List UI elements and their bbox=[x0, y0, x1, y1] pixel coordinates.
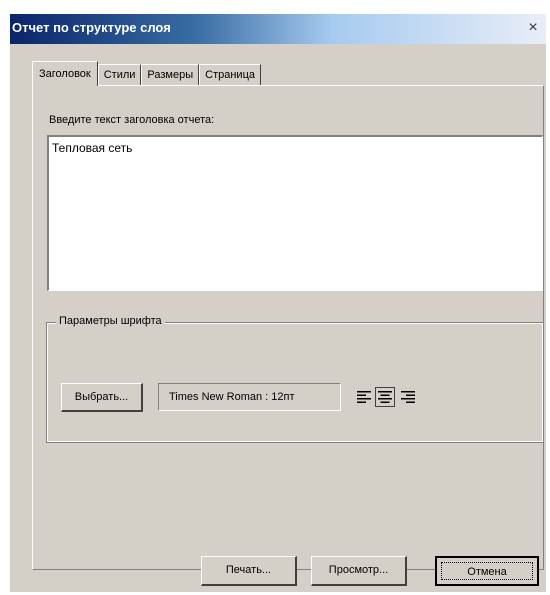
close-icon[interactable]: × bbox=[524, 18, 542, 38]
header-prompt-label: Введите текст заголовка отчета: bbox=[49, 114, 215, 126]
tab-page[interactable]: Страница bbox=[199, 64, 261, 86]
tab-sizes[interactable]: Размеры bbox=[141, 64, 200, 86]
header-text-input[interactable]: Тепловая сеть bbox=[47, 135, 543, 291]
font-settings-legend: Параметры шрифта bbox=[56, 315, 165, 327]
tab-header[interactable]: Заголовок bbox=[32, 61, 98, 86]
preview-button[interactable]: Просмотр... bbox=[311, 556, 407, 586]
font-display-field: Times New Roman : 12пт bbox=[158, 383, 341, 411]
header-tab-panel: Введите текст заголовка отчета: Тепловая… bbox=[32, 85, 544, 570]
align-center-icon[interactable] bbox=[375, 387, 395, 407]
print-button[interactable]: Печать... bbox=[201, 556, 297, 586]
tab-strip: Заголовок Стили Размеры Страница bbox=[32, 61, 261, 86]
font-settings-group: Параметры шрифта Выбрать... Times New Ro… bbox=[46, 315, 544, 443]
choose-font-button[interactable]: Выбрать... bbox=[61, 383, 143, 412]
report-dialog: Отчет по структуре слоя × Заголовок Стил… bbox=[0, 0, 550, 595]
align-right-icon[interactable] bbox=[398, 387, 418, 407]
cancel-button-label: Отмена bbox=[441, 562, 533, 580]
cancel-button[interactable]: Отмена bbox=[435, 556, 539, 586]
tab-styles[interactable]: Стили bbox=[97, 64, 142, 86]
title-bar[interactable]: Отчет по структуре слоя × bbox=[10, 14, 546, 44]
window-title: Отчет по структуре слоя bbox=[12, 20, 171, 35]
dialog-body: Заголовок Стили Размеры Страница Введите… bbox=[10, 44, 546, 592]
align-left-icon[interactable] bbox=[354, 387, 374, 407]
